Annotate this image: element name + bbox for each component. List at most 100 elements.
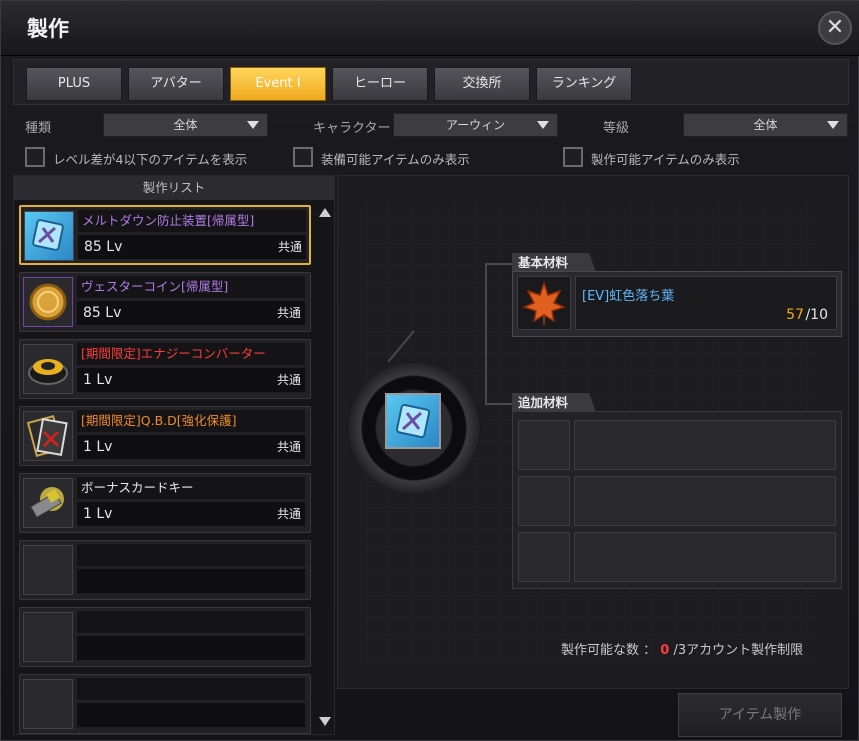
empty-name	[77, 678, 305, 700]
empty-level	[77, 636, 305, 660]
item-level-unit: Lv	[105, 305, 122, 321]
craftable-checkbox[interactable]	[563, 147, 583, 167]
item-level-value: 1	[83, 439, 92, 455]
crafting-window: 製作 ✕ PLUS アバター Event Ⅰ ヒーロー 交換所 ランキング 種類…	[0, 0, 859, 741]
empty-level	[77, 569, 305, 593]
item-level: 1 Lv 共通	[77, 368, 305, 392]
item-share: 共通	[277, 240, 302, 254]
connector-line	[485, 263, 487, 405]
type-select-value: 全体	[173, 118, 198, 132]
type-select[interactable]: 全体	[103, 113, 268, 137]
item-level: 1 Lv 共通	[77, 435, 305, 459]
item-name: メルトダウン防止装置[帰属型]	[78, 210, 306, 232]
craft-limit-text: 製作可能な数 ： 0 /3アカウント製作制限	[561, 639, 803, 658]
meltdown-device-icon	[24, 211, 74, 261]
list-item[interactable]: [期間限定]エナジーコンバーター 1 Lv 共通	[19, 339, 311, 399]
extra-material-info-slot	[574, 532, 836, 582]
energy-converter-icon	[23, 344, 73, 394]
base-material-name: [EV]虹色落ち葉	[582, 289, 675, 304]
craft-list-panel: 製作リスト メルトダウン防止装置[帰属型] 85 Lv 共通 ヴェスターコイン[帰…	[13, 175, 335, 735]
item-level: 1 Lv 共通	[77, 502, 305, 526]
list-item-empty	[19, 540, 311, 600]
item-level-unit: Lv	[96, 439, 113, 455]
coin-icon	[23, 277, 73, 327]
tab-hero[interactable]: ヒーロー	[332, 67, 428, 101]
item-name: ヴェスターコイン[帰属型]	[77, 276, 305, 298]
extra-material-icon-slot[interactable]	[518, 420, 570, 470]
tab-ranking[interactable]: ランキング	[536, 67, 632, 101]
empty-slot	[23, 545, 73, 595]
craft-limit-suffix: /3アカウント製作制限	[673, 643, 804, 658]
item-name: [期間限定]Q.B.D[強化保護]	[77, 410, 305, 432]
list-item-empty	[19, 607, 311, 667]
extra-material-icon-slot[interactable]	[518, 532, 570, 582]
chevron-down-icon	[827, 121, 839, 129]
base-material-have: 57	[786, 307, 804, 323]
craft-list-header: 製作リスト	[14, 176, 334, 200]
base-material-label: 基本材料	[512, 253, 597, 273]
list-scrollbar[interactable]	[317, 204, 333, 732]
tab-exchange[interactable]: 交換所	[434, 67, 530, 101]
result-item-icon[interactable]	[385, 393, 441, 449]
empty-name	[77, 544, 305, 566]
grade-select-value: 全体	[753, 118, 778, 132]
base-material-info: [EV]虹色落ち葉 57 /10	[575, 276, 837, 330]
extra-material-panel	[512, 411, 842, 589]
scroll-up-icon[interactable]	[319, 208, 331, 217]
bonus-card-key-icon	[23, 478, 73, 528]
craft-item-button[interactable]: アイテム製作	[678, 693, 842, 737]
close-button[interactable]: ✕	[818, 11, 852, 45]
character-select-value: アーウィン	[445, 118, 506, 132]
item-share: 共通	[276, 507, 301, 521]
list-item-empty	[19, 674, 311, 734]
item-share: 共通	[276, 306, 301, 320]
craft-limit-count: 0	[660, 643, 670, 658]
connector-line	[485, 403, 513, 405]
extra-material-icon-slot[interactable]	[518, 476, 570, 526]
character-select[interactable]: アーウィン	[393, 113, 558, 137]
item-level-value: 85	[83, 305, 101, 321]
level-diff-checkbox[interactable]	[25, 147, 45, 167]
window-title: 製作	[27, 17, 69, 41]
item-name: ボーナスカードキー	[77, 477, 305, 499]
base-material-slot[interactable]: [EV]虹色落ち葉 57 /10	[512, 271, 842, 337]
item-level-value: 1	[83, 372, 92, 388]
list-item[interactable]: ボーナスカードキー 1 Lv 共通	[19, 473, 311, 533]
empty-name	[77, 611, 305, 633]
list-item[interactable]: メルトダウン防止装置[帰属型] 85 Lv 共通	[19, 205, 311, 265]
extra-material-info-slot	[574, 420, 836, 470]
item-level-value: 1	[83, 506, 92, 522]
tab-bar: PLUS アバター Event Ⅰ ヒーロー 交換所 ランキング	[13, 59, 849, 105]
equippable-label: 装備可能アイテムのみ表示	[321, 152, 470, 167]
extra-material-label: 追加材料	[512, 393, 597, 413]
empty-level	[77, 703, 305, 727]
item-level-unit: Lv	[106, 239, 123, 255]
scroll-down-icon[interactable]	[319, 717, 331, 726]
list-item[interactable]: [期間限定]Q.B.D[強化保護] 1 Lv 共通	[19, 406, 311, 466]
tab-event-1[interactable]: Event Ⅰ	[230, 67, 326, 101]
type-label: 種類	[25, 121, 52, 136]
item-level-unit: Lv	[96, 372, 113, 388]
chevron-down-icon	[537, 121, 549, 129]
qbd-card-icon	[23, 411, 73, 461]
craft-limit-prefix: 製作可能な数 ：	[561, 643, 657, 658]
tab-plus[interactable]: PLUS	[26, 67, 122, 101]
item-level: 85 Lv 共通	[78, 235, 306, 259]
base-material-need: /10	[805, 307, 828, 323]
title-bar: 製作 ✕	[1, 1, 859, 56]
connector-line	[485, 263, 513, 265]
item-level-unit: Lv	[96, 506, 113, 522]
tab-avatar[interactable]: アバター	[128, 67, 224, 101]
empty-slot	[23, 612, 73, 662]
craftable-label: 製作可能アイテムのみ表示	[591, 152, 740, 167]
character-label: キャラクター	[313, 121, 391, 136]
level-diff-label: レベル差が4以下のアイテムを表示	[53, 152, 248, 167]
list-item[interactable]: ヴェスターコイン[帰属型] 85 Lv 共通	[19, 272, 311, 332]
equippable-checkbox[interactable]	[293, 147, 313, 167]
item-share: 共通	[276, 440, 301, 454]
item-level: 85 Lv 共通	[77, 301, 305, 325]
grade-select[interactable]: 全体	[683, 113, 848, 137]
chevron-down-icon	[247, 121, 259, 129]
maple-leaf-icon	[517, 276, 571, 330]
item-share: 共通	[276, 373, 301, 387]
